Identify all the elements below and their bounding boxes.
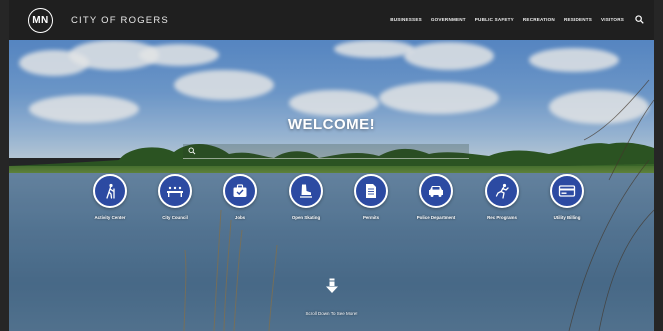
quick-link-city-council[interactable]: City Council xyxy=(145,174,205,220)
quick-link-circle xyxy=(158,174,192,208)
search-icon[interactable] xyxy=(635,15,644,24)
council-bench-icon xyxy=(167,186,183,197)
down-arrow-icon[interactable] xyxy=(325,278,339,294)
page-frame: MN CITY OF ROGERS BUSINESSES GOVERNMENT … xyxy=(0,0,663,331)
hero-search[interactable] xyxy=(183,144,469,159)
site-title[interactable]: CITY OF ROGERS xyxy=(71,15,169,26)
quick-links: Activity Center City Council Jobs Open S… xyxy=(80,174,590,224)
quick-link-activity-center[interactable]: Activity Center xyxy=(80,174,140,220)
quick-link-open-skating[interactable]: Open Skating xyxy=(276,174,336,220)
nav-recreation[interactable]: RECREATION xyxy=(523,17,555,22)
quick-link-circle xyxy=(223,174,257,208)
nav-public-safety[interactable]: PUBLIC SAFETY xyxy=(475,17,514,22)
quick-link-label: Rec Programs xyxy=(487,215,517,220)
nav-visitors[interactable]: VISITORS xyxy=(601,17,624,22)
nav-businesses[interactable]: BUSINESSES xyxy=(390,17,422,22)
quick-link-label: Permits xyxy=(362,215,380,220)
quick-link-label: Utility Billing xyxy=(553,215,581,220)
quick-link-circle xyxy=(550,174,584,208)
police-car-icon xyxy=(429,186,443,197)
scroll-hint[interactable]: Scroll Down To See More! xyxy=(9,278,654,316)
quick-link-circle xyxy=(485,174,519,208)
quick-link-police-department[interactable]: Police Department xyxy=(406,174,466,220)
quick-link-circle xyxy=(419,174,453,208)
quick-link-jobs[interactable]: Jobs xyxy=(210,174,270,220)
document-icon xyxy=(366,184,376,198)
site-header: MN CITY OF ROGERS BUSINESSES GOVERNMENT … xyxy=(9,0,654,40)
quick-link-label: Jobs xyxy=(234,215,246,220)
hero-search-input[interactable] xyxy=(183,148,469,154)
quick-link-circle xyxy=(93,174,127,208)
quick-link-label: Activity Center xyxy=(94,215,126,220)
credit-card-icon xyxy=(558,185,576,197)
hiker-icon xyxy=(106,183,115,199)
search-icon xyxy=(188,147,196,155)
briefcase-check-icon xyxy=(233,184,247,197)
quick-link-circle xyxy=(354,174,388,208)
nav-residents[interactable]: RESIDENTS xyxy=(564,17,592,22)
skate-icon xyxy=(300,184,312,198)
quick-link-label: Open Skating xyxy=(291,215,321,220)
quick-link-label: Police Department xyxy=(416,215,456,220)
quick-link-label: City Council xyxy=(162,215,188,220)
nav-government[interactable]: GOVERNMENT xyxy=(431,17,466,22)
scroll-hint-text[interactable]: Scroll Down To See More! xyxy=(9,311,654,316)
logo-badge[interactable]: MN xyxy=(28,8,53,33)
hero-banner: WELCOME! Activity Center City Council Jo… xyxy=(9,40,654,331)
quick-link-circle xyxy=(289,174,323,208)
welcome-heading: WELCOME! xyxy=(287,116,376,133)
quick-link-permits[interactable]: Permits xyxy=(341,174,401,220)
quick-link-rec-programs[interactable]: Rec Programs xyxy=(472,174,532,220)
main-nav: BUSINESSES GOVERNMENT PUBLIC SAFETY RECR… xyxy=(381,17,624,22)
quick-link-utility-billing[interactable]: Utility Billing xyxy=(537,174,597,220)
runner-icon xyxy=(495,183,509,199)
